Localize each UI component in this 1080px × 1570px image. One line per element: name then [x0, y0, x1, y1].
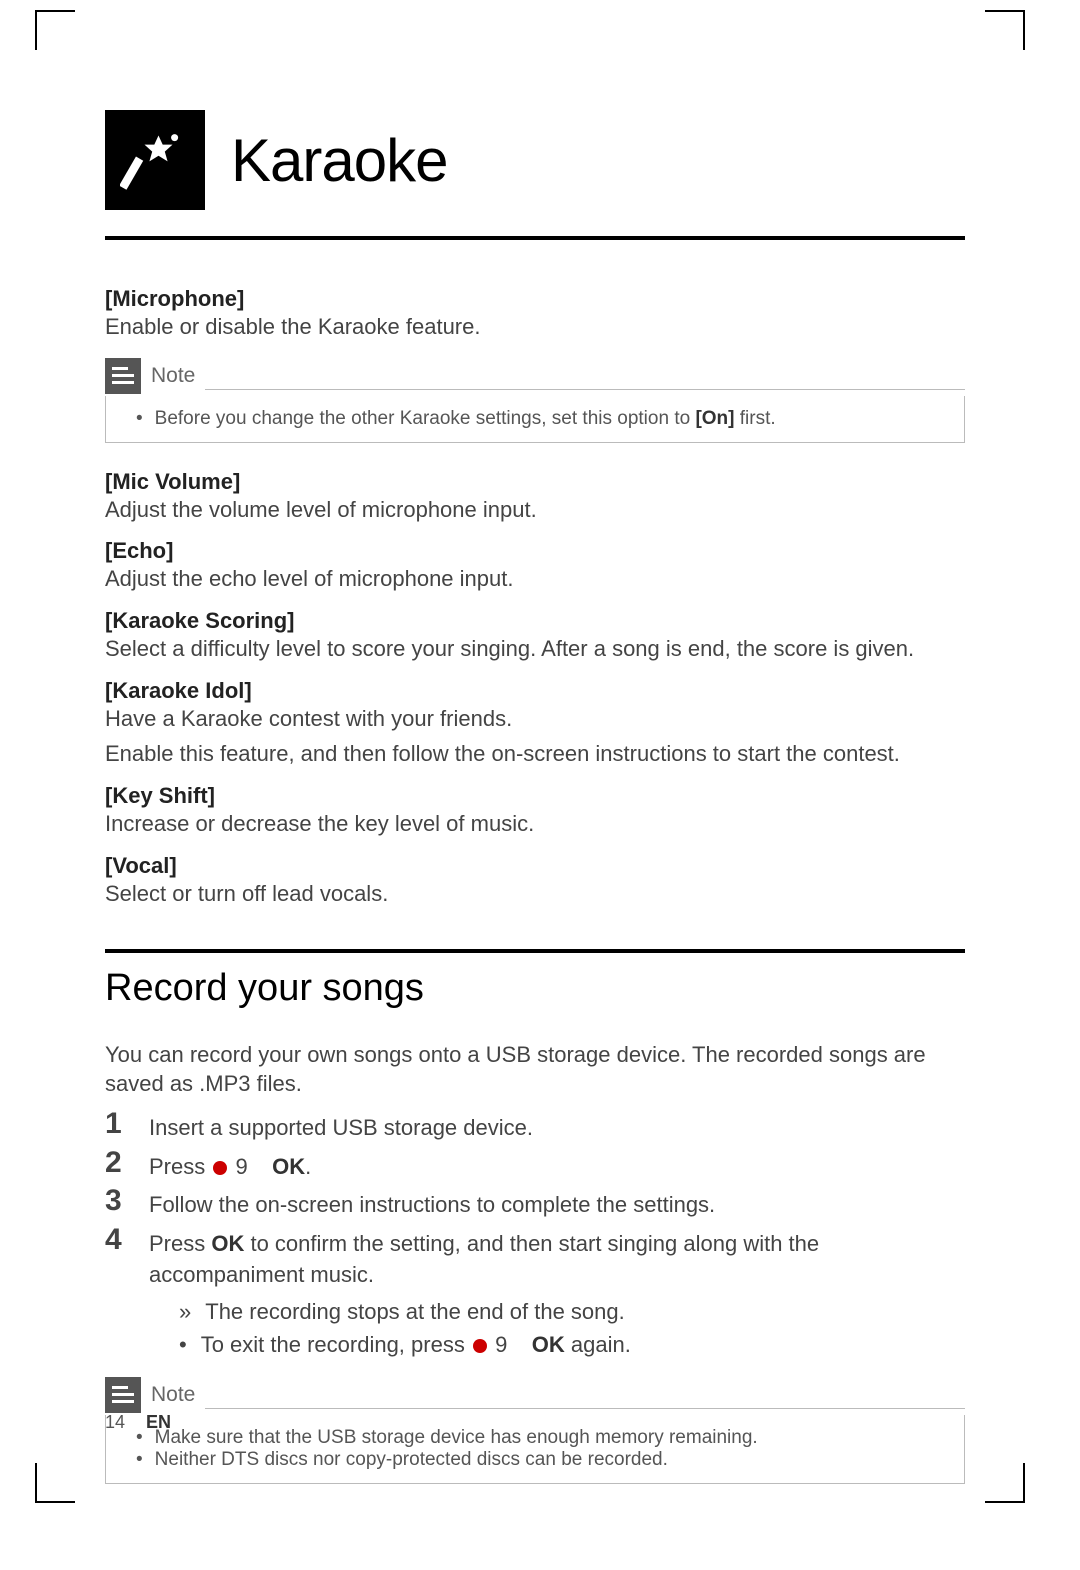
record-dot-icon	[213, 1161, 227, 1175]
step-number: 4	[105, 1225, 149, 1255]
record-dot-icon	[473, 1339, 487, 1353]
note-item: Neither DTS discs nor copy-protected dis…	[136, 1449, 944, 1471]
setting-desc: Select or turn off lead vocals.	[105, 879, 965, 909]
setting-title: [Echo]	[105, 538, 965, 564]
setting-desc: Have a Karaoke contest with your friends…	[105, 704, 965, 734]
step-number: 2	[105, 1148, 149, 1178]
crop-mark	[985, 10, 1025, 50]
section-title: Record your songs	[105, 949, 965, 1010]
note-label: Note	[151, 1383, 195, 1407]
note-icon	[105, 1377, 141, 1413]
step-number: 3	[105, 1186, 149, 1216]
crop-mark	[35, 10, 75, 50]
step-text: Insert a supported USB storage device.	[149, 1109, 965, 1144]
chapter-title: Karaoke	[231, 126, 447, 195]
setting-title: [Vocal]	[105, 853, 965, 879]
setting-echo: [Echo] Adjust the echo level of micropho…	[105, 538, 965, 594]
setting-title: [Karaoke Scoring]	[105, 608, 965, 634]
note-item: Before you change the other Karaoke sett…	[136, 408, 944, 430]
setting-karaoke-scoring: [Karaoke Scoring] Select a difficulty le…	[105, 608, 965, 664]
note-label: Note	[151, 364, 195, 388]
star-wand-icon	[120, 125, 190, 195]
setting-vocal: [Vocal] Select or turn off lead vocals.	[105, 853, 965, 909]
setting-mic-volume: [Mic Volume] Adjust the volume level of …	[105, 469, 965, 525]
page-footer: 14 EN	[105, 1412, 171, 1433]
note-header: Note	[105, 1377, 965, 1413]
setting-title: [Mic Volume]	[105, 469, 965, 495]
section-intro: You can record your own songs onto a USB…	[105, 1040, 965, 1099]
page-lang: EN	[146, 1412, 171, 1432]
step-text: Press 9 OK.	[149, 1148, 965, 1183]
note-item: Make sure that the USB storage device ha…	[136, 1427, 944, 1449]
setting-key-shift: [Key Shift] Increase or decrease the key…	[105, 783, 965, 839]
setting-title: [Karaoke Idol]	[105, 678, 965, 704]
setting-desc: Adjust the echo level of microphone inpu…	[105, 564, 965, 594]
page-content: Karaoke [Microphone] Enable or disable t…	[0, 0, 1080, 1570]
chapter-icon	[105, 110, 205, 210]
setting-microphone: [Microphone] Enable or disable the Karao…	[105, 286, 965, 342]
step-1: 1 Insert a supported USB storage device.	[105, 1109, 965, 1144]
sub-list: The recording stops at the end of the so…	[179, 1295, 965, 1361]
setting-title: [Microphone]	[105, 286, 965, 312]
step-number: 1	[105, 1109, 149, 1139]
step-text: Follow the on-screen instructions to com…	[149, 1186, 965, 1221]
note-header: Note	[105, 358, 965, 394]
crop-mark	[35, 1463, 75, 1503]
chapter-header: Karaoke	[105, 110, 965, 240]
sub-item-bullet: To exit the recording, press 9 OK again.	[179, 1328, 965, 1361]
numbered-list: 1 Insert a supported USB storage device.…	[105, 1109, 965, 1361]
note-box-2: Note Make sure that the USB storage devi…	[105, 1377, 965, 1484]
setting-desc: Increase or decrease the key level of mu…	[105, 809, 965, 839]
setting-desc: Adjust the volume level of microphone in…	[105, 495, 965, 525]
crop-mark	[985, 1463, 1025, 1503]
setting-desc: Enable or disable the Karaoke feature.	[105, 312, 965, 342]
setting-desc: Select a difficulty level to score your …	[105, 634, 965, 664]
step-2: 2 Press 9 OK.	[105, 1148, 965, 1183]
page-number: 14	[105, 1412, 125, 1432]
setting-karaoke-idol: [Karaoke Idol] Have a Karaoke contest wi…	[105, 678, 965, 769]
note-content: Make sure that the USB storage device ha…	[105, 1415, 965, 1484]
note-content: Before you change the other Karaoke sett…	[105, 396, 965, 443]
sub-item-result: The recording stops at the end of the so…	[179, 1295, 965, 1328]
step-3: 3 Follow the on-screen instructions to c…	[105, 1186, 965, 1221]
step-text: Press OK to confirm the setting, and the…	[149, 1225, 965, 1361]
note-icon	[105, 358, 141, 394]
setting-desc: Enable this feature, and then follow the…	[105, 739, 965, 769]
note-box-1: Note Before you change the other Karaoke…	[105, 358, 965, 443]
step-4: 4 Press OK to confirm the setting, and t…	[105, 1225, 965, 1361]
setting-title: [Key Shift]	[105, 783, 965, 809]
